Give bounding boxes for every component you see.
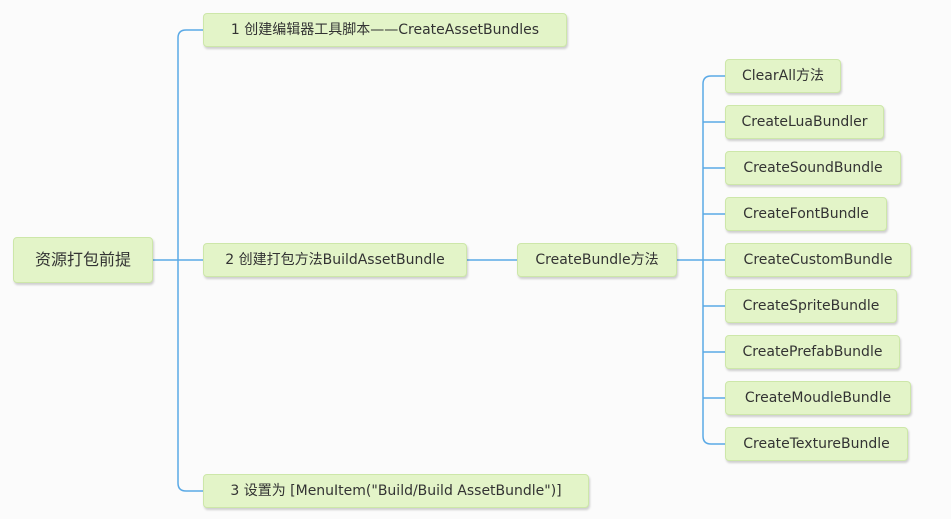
- leaf-node-createtexturebundle[interactable]: CreateTextureBundle: [725, 427, 908, 461]
- connector-to-branch-3: [177, 260, 203, 492]
- leaf-node-createcustombundle[interactable]: CreateCustomBundle: [725, 243, 911, 277]
- connector-to-leaf-9: [702, 435, 725, 445]
- root-node-resource-packaging[interactable]: 资源打包前提: [13, 237, 153, 283]
- branch-node-3-menuitem[interactable]: 3 设置为 [MenuItem("Build/Build AssetBundle…: [203, 474, 589, 508]
- leaf-node-createprefabbundle[interactable]: CreatePrefabBundle: [725, 335, 900, 369]
- leaf-node-clearall[interactable]: ClearAll方法: [725, 59, 841, 93]
- leaf-node-createfontbundle[interactable]: CreateFontBundle: [725, 197, 887, 231]
- connector-to-leaf-1: [702, 75, 725, 85]
- leaf-node-createsoundbundle[interactable]: CreateSoundBundle: [725, 151, 901, 185]
- leaf-node-createmoudlebundle[interactable]: CreateMoudleBundle: [725, 381, 911, 415]
- leaf-node-createluabundler[interactable]: CreateLuaBundler: [725, 105, 884, 139]
- leaf-node-createspritebundle[interactable]: CreateSpriteBundle: [725, 289, 897, 323]
- branch-node-1-editor-script[interactable]: 1 创建编辑器工具脚本——CreateAssetBundles: [203, 13, 567, 47]
- branch-node-2-build-method[interactable]: 2 创建打包方法BuildAssetBundle: [203, 243, 467, 277]
- method-node-createbundle[interactable]: CreateBundle方法: [517, 243, 677, 277]
- connector-to-branch-1: [177, 29, 203, 260]
- mindmap-canvas: 资源打包前提 1 创建编辑器工具脚本——CreateAssetBundles 2…: [0, 0, 951, 519]
